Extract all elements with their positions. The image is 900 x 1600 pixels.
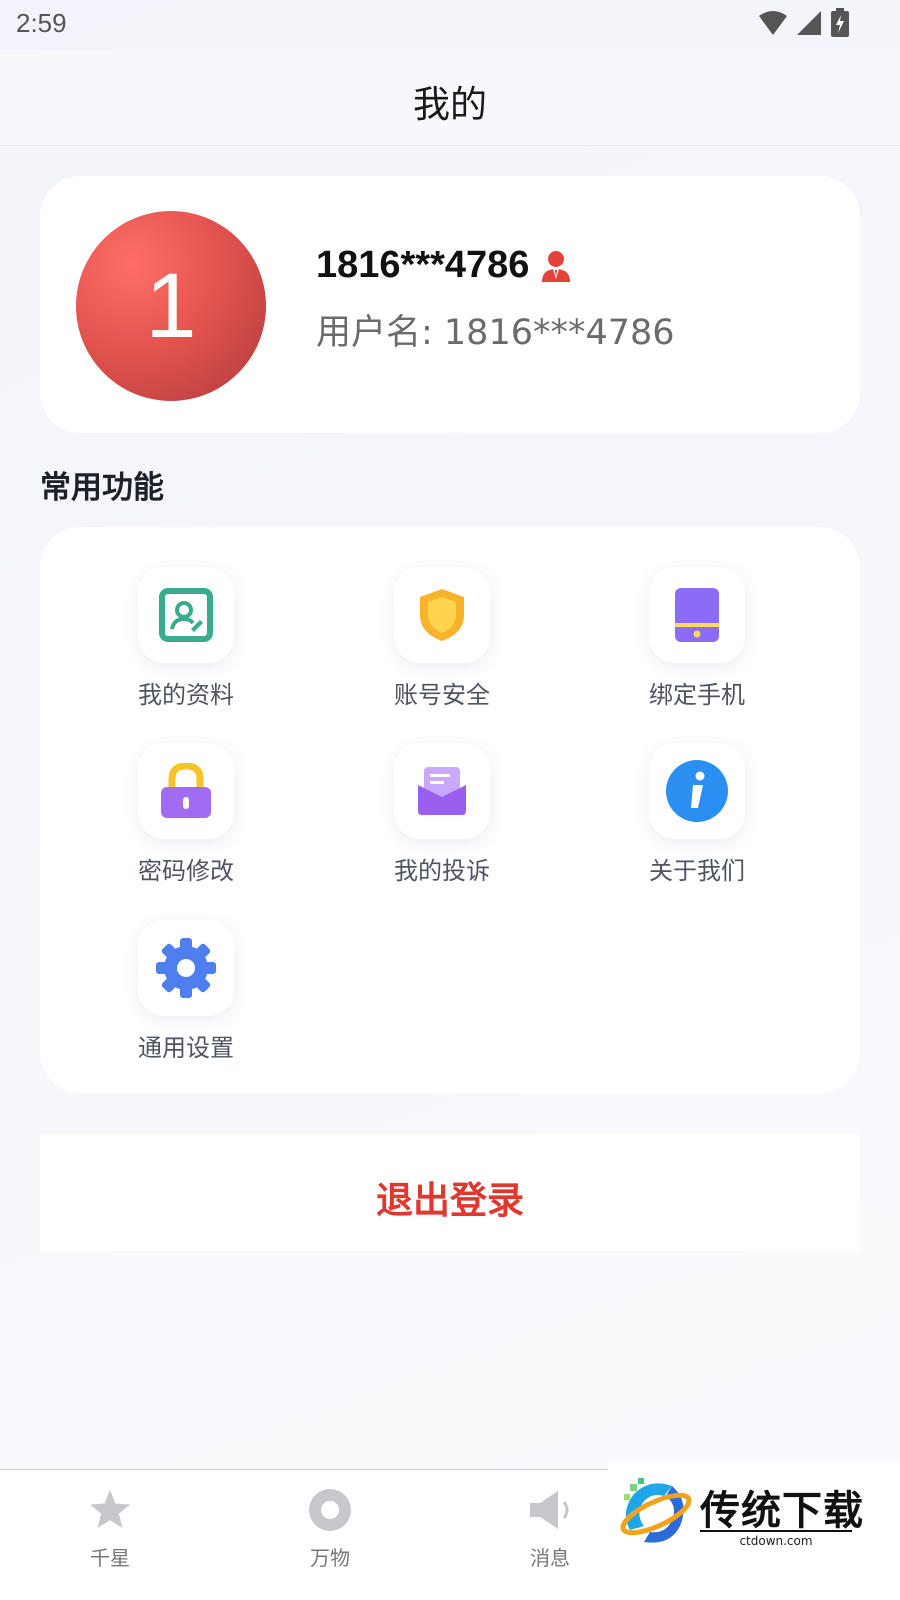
func-label: 绑定手机 [649, 681, 745, 709]
func-general-settings[interactable]: 通用设置 [86, 920, 286, 1070]
status-bar: 2:59 [0, 0, 900, 50]
speaker-icon [530, 1491, 569, 1529]
status-time: 2:59 [16, 8, 67, 38]
logout-button[interactable]: 退出登录 [40, 1134, 860, 1251]
lock-icon [161, 763, 211, 818]
avatar[interactable]: 1 [76, 211, 266, 401]
tab-label: 万物 [310, 1546, 350, 1570]
wifi-icon [759, 11, 787, 35]
profile-name-row: 1816***4786 [316, 244, 573, 287]
watermark: 传统下载 ctdown.com [608, 1462, 900, 1600]
func-my-profile[interactable]: 我的资料 [86, 567, 286, 717]
watermark-logo-icon [620, 1478, 692, 1543]
section-title-common-functions: 常用功能 [40, 470, 164, 506]
page-header: 我的 [0, 50, 900, 146]
watermark-title: 传统下载 [700, 1488, 864, 1534]
profile-card[interactable]: 1 1816***4786 用户名: 1816***4786 [40, 176, 860, 433]
func-label: 我的资料 [138, 681, 234, 709]
complaint-box-icon [418, 767, 466, 815]
logout-label: 退出登录 [376, 1179, 524, 1222]
tab-qianxing[interactable]: 千星 [50, 1480, 170, 1590]
func-account-security[interactable]: 账号安全 [342, 567, 542, 717]
profile-card-icon [159, 588, 213, 642]
func-label: 通用设置 [138, 1034, 234, 1062]
circle-icon [309, 1489, 351, 1531]
profile-username: 用户名: 1816***4786 [316, 313, 675, 353]
page-title: 我的 [413, 83, 487, 126]
functions-card: 我的资料 账号安全 绑定手机 密码修改 我的投诉 关于我们 通用设置 [40, 527, 860, 1093]
info-icon [666, 760, 728, 822]
phone-icon [675, 588, 719, 642]
star-icon [90, 1490, 130, 1528]
status-icons [758, 8, 850, 38]
func-about-us[interactable]: 关于我们 [597, 743, 797, 893]
tab-label: 消息 [530, 1546, 570, 1570]
watermark-url: ctdown.com [700, 1530, 852, 1548]
gear-icon [156, 938, 216, 998]
func-label: 密码修改 [138, 857, 234, 885]
profile-name: 1816***4786 [316, 244, 530, 286]
battery-charging-icon [831, 8, 849, 37]
user-suit-icon [542, 250, 571, 282]
tab-messages[interactable]: 消息 [490, 1480, 610, 1590]
func-label: 我的投诉 [394, 857, 490, 885]
tab-wanwu[interactable]: 万物 [270, 1480, 390, 1590]
avatar-initial: 1 [145, 255, 197, 357]
shield-icon [420, 589, 464, 641]
func-bind-phone[interactable]: 绑定手机 [597, 567, 797, 717]
func-my-complaints[interactable]: 我的投诉 [342, 743, 542, 893]
func-label: 账号安全 [394, 681, 490, 709]
signal-icon [797, 11, 821, 35]
func-label: 关于我们 [649, 857, 745, 885]
tab-label: 千星 [90, 1546, 130, 1570]
func-change-password[interactable]: 密码修改 [86, 743, 286, 893]
